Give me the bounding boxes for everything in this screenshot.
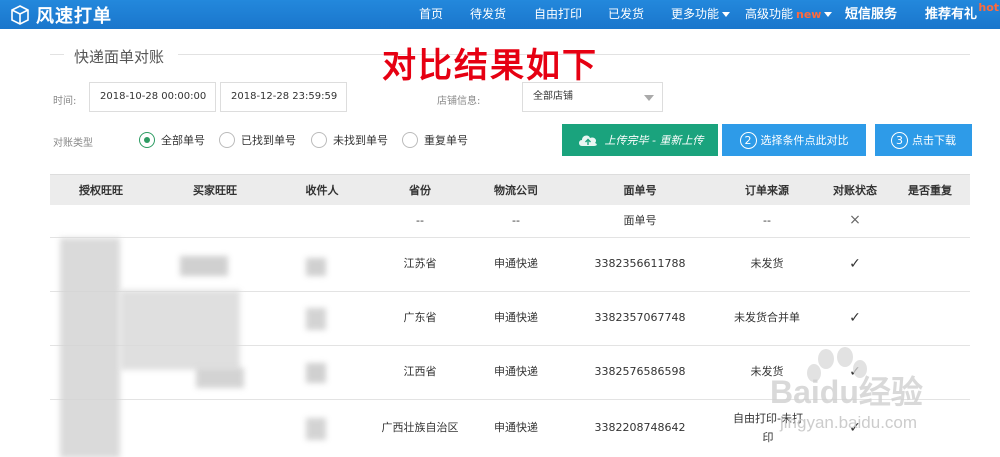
compare-button[interactable]: 2 选择条件点此对比 [722, 124, 866, 156]
watermark-brand: Baidu经验 [770, 374, 923, 410]
nav-recommend[interactable]: 推荐有礼 hot [925, 0, 999, 29]
col-logistics: 物流公司 [494, 184, 538, 197]
col-duplicate: 是否重复 [908, 184, 952, 197]
radio-not-found[interactable]: 未找到单号 [311, 130, 388, 150]
radio-unchecked-icon [219, 132, 235, 148]
download-button[interactable]: 3 点击下载 [875, 124, 972, 156]
cell-order-source: 未发货 [750, 257, 784, 271]
radio-unchecked-icon [311, 132, 327, 148]
col-status: 对账状态 [833, 184, 877, 197]
col-seller-wangwang: 授权旺旺 [79, 184, 123, 197]
col-waybill: 面单号 [623, 184, 657, 197]
compare-label: 选择条件点此对比 [760, 134, 849, 147]
cell-status-check: ✓ [849, 309, 861, 326]
cell-logistics: 申通快递 [494, 311, 538, 325]
reupload-label: 上传完毕 - 重新上传 [604, 134, 704, 147]
shop-select[interactable]: 全部店铺 [522, 82, 663, 112]
cell-logistics: 申通快递 [494, 257, 538, 271]
cell-province: 广西壮族自治区 [381, 421, 459, 435]
cell-logistics: -- [512, 213, 520, 227]
cell-province: 广东省 [403, 311, 437, 325]
nav-recommend-label: 推荐有礼 [925, 7, 978, 22]
nav-pending[interactable]: 待发货 [470, 0, 506, 29]
page-title: 快递面单对账 [74, 48, 165, 66]
watermark-url: jingyan.baidu.com [780, 413, 918, 432]
nav-home[interactable]: 首页 [419, 0, 443, 29]
cell-province: -- [416, 213, 424, 227]
time-label: 时间: [53, 96, 77, 107]
cloud-upload-icon [578, 135, 597, 146]
cell-status-check: ✓ [849, 255, 861, 272]
radio-duplicate[interactable]: 重复单号 [402, 130, 468, 150]
brand-name: 风速打单 [36, 5, 112, 27]
hot-badge: hot [978, 1, 1000, 14]
radio-unchecked-icon [402, 132, 418, 148]
chevron-down-icon [824, 12, 833, 17]
nav-sms[interactable]: 短信服务 [845, 0, 897, 29]
radio-checked-icon [139, 132, 155, 148]
col-recipient: 收件人 [305, 184, 339, 197]
col-order-source: 订单来源 [745, 184, 789, 197]
redacted-recipient-cell [306, 258, 326, 276]
result-banner: 对比结果如下 [382, 46, 598, 86]
radio-duplicate-label: 重复单号 [424, 134, 468, 147]
cube-icon [11, 4, 29, 25]
redacted-recipient-cell [306, 418, 326, 440]
cell-waybill: 面单号 [623, 213, 657, 227]
nav-more-label: 更多功能 [671, 7, 720, 21]
reconcile-type-label: 对账类型 [53, 138, 93, 149]
reupload-button[interactable]: 上传完毕 - 重新上传 [562, 124, 718, 156]
start-time-input[interactable]: 2018-10-28 00:00:00 [89, 82, 216, 112]
cell-waybill: 3382576586598 [594, 365, 686, 379]
cell-waybill: 3382208748642 [594, 421, 686, 435]
top-nav-bar: 风速打单 首页 待发货 自由打印 已发货 更多功能 高级功能 new 短信服务 推… [0, 0, 1000, 29]
cell-order-source: 未发货合并单 [734, 311, 800, 325]
radio-found[interactable]: 已找到单号 [219, 130, 296, 150]
redacted-recipient-cell [306, 363, 326, 383]
table-row: -- -- 面单号 -- × [50, 205, 970, 238]
nav-free-print[interactable]: 自由打印 [534, 0, 582, 29]
table-header: 授权旺旺 买家旺旺 收件人 省份 物流公司 面单号 订单来源 对账状态 是否重复 [50, 174, 970, 205]
nav-advanced-menu[interactable]: 高级功能 new [745, 0, 833, 29]
chevron-down-icon [722, 12, 731, 17]
cell-logistics: 申通快递 [494, 421, 538, 435]
cell-status-cross: × [849, 212, 861, 229]
cell-logistics: 申通快递 [494, 365, 538, 379]
step-3-icon: 3 [891, 131, 908, 149]
redacted-buyer-cell [180, 256, 228, 276]
nav-advanced-label: 高级功能 [745, 7, 794, 21]
shop-select-value: 全部店铺 [533, 91, 573, 102]
col-buyer-wangwang: 买家旺旺 [193, 184, 237, 197]
shop-label: 店铺信息: [437, 96, 481, 107]
cell-order-source: -- [763, 213, 771, 227]
nav-shipped[interactable]: 已发货 [608, 0, 644, 29]
download-label: 点击下载 [912, 134, 956, 147]
radio-found-label: 已找到单号 [241, 134, 296, 147]
radio-all-label: 全部单号 [161, 134, 205, 147]
cell-waybill: 3382357067748 [594, 311, 686, 325]
nav-more-menu[interactable]: 更多功能 [671, 0, 731, 29]
baidu-watermark: Baidu经验 jingyan.baidu.com [770, 345, 990, 445]
chevron-down-icon [644, 95, 654, 101]
redacted-seller-column [60, 238, 120, 457]
redacted-recipient-cell [306, 308, 326, 330]
radio-all[interactable]: 全部单号 [139, 130, 205, 150]
cell-waybill: 3382356611788 [594, 257, 686, 271]
new-badge: new [796, 8, 822, 21]
cell-province: 江西省 [403, 365, 437, 379]
end-time-input[interactable]: 2018-12-28 23:59:59 [220, 82, 347, 112]
redacted-buyer-cell [196, 368, 244, 388]
radio-not-found-label: 未找到单号 [333, 134, 388, 147]
col-province: 省份 [409, 184, 431, 197]
cell-province: 江苏省 [403, 257, 437, 271]
brand-logo[interactable]: 风速打单 [10, 3, 112, 27]
step-2-icon: 2 [739, 131, 757, 149]
redacted-seller-block [120, 290, 240, 370]
